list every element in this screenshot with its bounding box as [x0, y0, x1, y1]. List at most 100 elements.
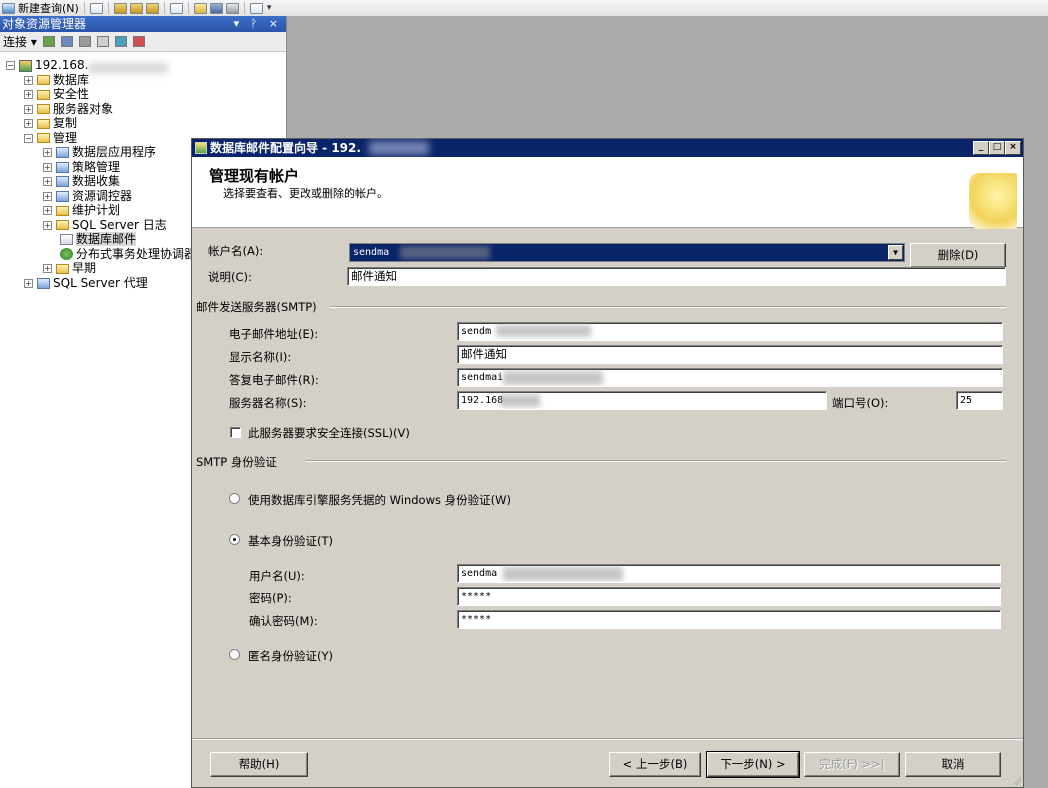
- confirm-password-label: 确认密码(M):: [249, 614, 318, 628]
- anonymous-auth-label: 匿名身份验证(Y): [248, 649, 333, 663]
- smtp-group-label: 邮件发送服务器(SMTP): [196, 300, 317, 314]
- folder-icon: [37, 104, 50, 114]
- stop-icon[interactable]: [78, 36, 91, 47]
- windows-auth-radio[interactable]: [229, 493, 240, 504]
- redacted-area: [400, 246, 490, 259]
- close-icon[interactable]: ×: [1005, 141, 1021, 155]
- new-file-icon[interactable]: [89, 2, 103, 14]
- tree-node-security[interactable]: + 安全性: [0, 87, 287, 102]
- port-field[interactable]: 25: [956, 391, 1003, 410]
- cancel-button[interactable]: 取消: [905, 752, 1001, 777]
- account-label: 帐户名(A):: [208, 244, 264, 258]
- database-engine-query-icon[interactable]: [113, 2, 127, 14]
- anonymous-auth-radio[interactable]: [229, 649, 240, 660]
- email-field[interactable]: sendm: [457, 322, 1003, 341]
- password-field[interactable]: *****: [457, 587, 1001, 606]
- tree-node-replication[interactable]: + 复制: [0, 116, 287, 131]
- object-explorer-toolbar: 连接 ▾: [0, 32, 286, 52]
- new-query-icon: [2, 2, 15, 14]
- app-icon: [195, 142, 207, 154]
- expand-icon[interactable]: +: [24, 278, 33, 288]
- disconnect-icon[interactable]: [60, 36, 73, 47]
- expand-icon[interactable]: +: [43, 177, 52, 186]
- refresh-icon[interactable]: [114, 36, 127, 47]
- collapse-icon[interactable]: −: [6, 61, 15, 70]
- group-divider: [330, 306, 1006, 308]
- email-value: sendm: [461, 326, 492, 337]
- tree-node-server[interactable]: − 192.168.: [0, 58, 287, 73]
- print-icon[interactable]: [225, 2, 239, 14]
- redacted-area: [369, 141, 429, 155]
- db-mail-wizard-dialog: 数据库邮件配置向导 - 192. _ □ × 管理现有帐户 选择要查看、更改或删…: [191, 138, 1024, 788]
- ssl-checkbox[interactable]: [230, 427, 241, 438]
- page-subtitle: 选择要查看、更改或删除的帐户。: [223, 187, 388, 200]
- display-name-label: 显示名称(I):: [229, 350, 292, 364]
- tree-label: 管理: [53, 130, 78, 145]
- data-tier-icon: [56, 147, 69, 158]
- folder-icon: [56, 220, 69, 230]
- folder-icon: [37, 133, 50, 143]
- expand-icon[interactable]: +: [43, 148, 52, 157]
- dmx-query-icon[interactable]: [145, 2, 159, 14]
- username-field[interactable]: sendma: [457, 564, 1001, 583]
- finish-button[interactable]: 完成(F) >>|: [804, 752, 900, 777]
- toolbar-overflow-icon[interactable]: ▾: [267, 3, 272, 13]
- username-label: 用户名(U):: [249, 569, 305, 583]
- minimize-icon[interactable]: _: [973, 141, 989, 155]
- expand-icon[interactable]: +: [43, 191, 52, 201]
- server-name-field[interactable]: 192.168: [457, 391, 827, 410]
- activity-monitor-icon[interactable]: [249, 2, 263, 14]
- dialog-titlebar[interactable]: 数据库邮件配置向导 - 192. _ □ ×: [192, 139, 1023, 157]
- filter-icon[interactable]: [96, 36, 109, 47]
- server-icon: [19, 59, 32, 72]
- folder-icon: [56, 263, 69, 274]
- data-collection-icon: [56, 176, 69, 187]
- open-file-icon[interactable]: [193, 2, 207, 14]
- new-query-label: 新建查询(N): [18, 2, 79, 15]
- chevron-down-icon[interactable]: ▼: [888, 245, 903, 260]
- toolbar-separator: [187, 2, 189, 14]
- tree-node-databases[interactable]: + 数据库: [0, 73, 287, 88]
- xmla-query-icon[interactable]: [169, 2, 183, 14]
- maximize-icon[interactable]: □: [989, 141, 1005, 155]
- tree-label: 早期: [72, 261, 97, 275]
- collapse-icon[interactable]: −: [24, 133, 33, 143]
- new-query-button[interactable]: 新建查询(N): [2, 1, 79, 15]
- resize-grip-icon[interactable]: [1011, 775, 1021, 785]
- expand-icon[interactable]: +: [24, 75, 33, 85]
- connect-object-icon[interactable]: [42, 36, 55, 47]
- reply-email-field[interactable]: sendmai: [457, 368, 1003, 387]
- tree-label: 复制: [53, 116, 78, 130]
- connect-button[interactable]: 连接 ▾: [3, 33, 37, 50]
- tree-label: 策略管理: [72, 159, 121, 174]
- description-field[interactable]: 邮件通知: [347, 267, 1006, 286]
- expand-icon[interactable]: +: [24, 104, 33, 114]
- group-divider: [306, 460, 1006, 462]
- delete-button[interactable]: 删除(D): [910, 243, 1006, 268]
- basic-auth-radio[interactable]: [229, 534, 240, 545]
- help-button[interactable]: 帮助(H): [210, 752, 308, 777]
- expand-icon[interactable]: +: [24, 119, 33, 128]
- next-button[interactable]: 下一步(N) >: [706, 751, 800, 778]
- expand-icon[interactable]: +: [43, 264, 52, 273]
- server-label: 192.168.: [35, 58, 89, 72]
- expand-icon[interactable]: +: [43, 162, 52, 172]
- dialog-title: 数据库邮件配置向导 - 192.: [210, 141, 361, 155]
- save-icon[interactable]: [209, 2, 223, 14]
- tree-node-server-objects[interactable]: + 服务器对象: [0, 102, 287, 117]
- display-name-field[interactable]: 邮件通知: [457, 345, 1003, 364]
- expand-icon[interactable]: +: [43, 220, 52, 230]
- analysis-query-icon[interactable]: [129, 2, 143, 14]
- panel-controls[interactable]: ▾ ᚹ ×: [234, 16, 282, 32]
- confirm-password-field[interactable]: *****: [457, 610, 1001, 629]
- account-select[interactable]: sendma ▼: [349, 243, 905, 262]
- object-explorer-title: 对象资源管理器: [2, 17, 87, 31]
- expand-icon[interactable]: +: [24, 90, 33, 99]
- expand-icon[interactable]: +: [43, 206, 52, 215]
- previous-button[interactable]: < 上一步(B): [609, 752, 701, 777]
- tree-label: 维护计划: [72, 203, 121, 217]
- redacted-area: [503, 371, 603, 385]
- description-label: 说明(C):: [208, 270, 252, 284]
- windows-auth-label: 使用数据库引擎服务凭据的 Windows 身份验证(W): [248, 493, 511, 507]
- summary-icon[interactable]: [132, 36, 145, 47]
